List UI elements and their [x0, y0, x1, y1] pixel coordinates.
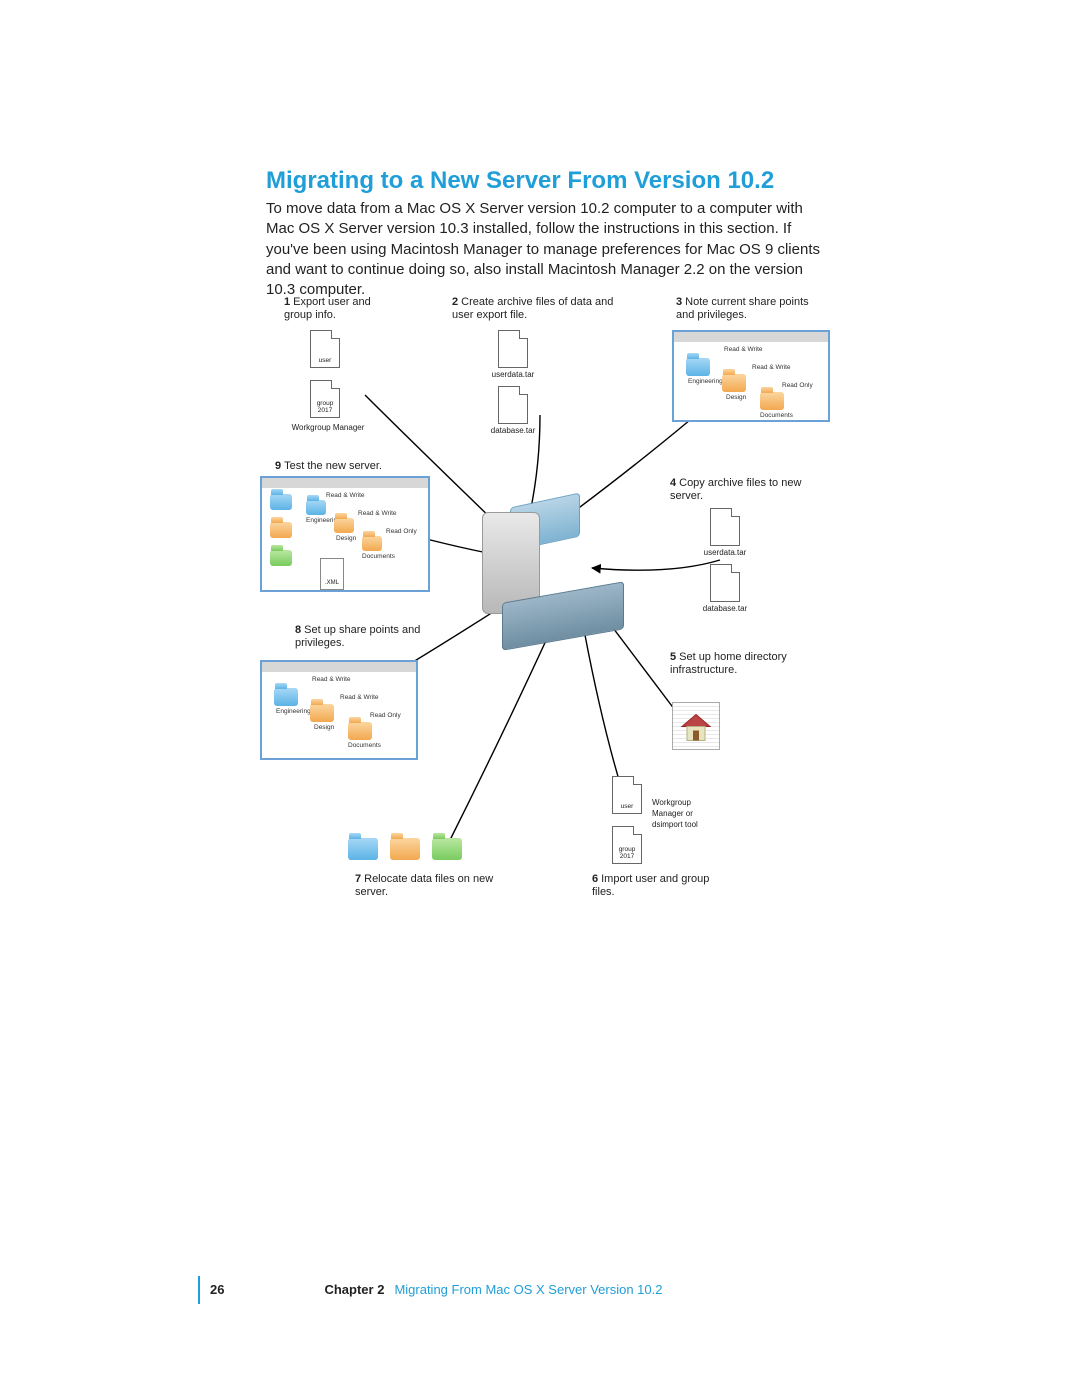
file-database-icon	[710, 564, 740, 602]
page-number: 26	[210, 1281, 224, 1299]
wgm-ds-caption: Workgroup Manager or dsimport tool	[652, 798, 718, 830]
folder-icon	[310, 704, 334, 722]
database-label-2: database.tar	[694, 604, 756, 615]
folder-icon	[334, 518, 354, 533]
xml-file-icon: .XML	[320, 558, 344, 590]
sharepoints-window-3: Read & Write Engineering Read & Write De…	[672, 330, 830, 422]
step6-label: 6Import user and group files.	[592, 873, 722, 899]
folder-icon	[686, 358, 710, 376]
step1-label: 1Export user and group info.	[284, 296, 394, 322]
folder-icon	[306, 500, 326, 515]
wgm-caption: Workgroup Manager	[288, 423, 368, 434]
file-user-icon: user	[612, 776, 642, 814]
folder-icon	[270, 550, 292, 566]
file-userdata-icon	[710, 508, 740, 546]
folder-icon	[348, 838, 378, 860]
folder-icon	[390, 838, 420, 860]
step5-label: 5Set up home directory infrastructure.	[670, 651, 820, 677]
folder-icon	[270, 522, 292, 538]
document-page: Migrating to a New Server From Version 1…	[0, 0, 1080, 1397]
folder-icon	[362, 536, 382, 551]
database-label-1: database.tar	[482, 426, 544, 437]
folder-icon	[760, 392, 784, 410]
migration-diagram: 1Export user and group info. 2Create arc…	[260, 290, 846, 930]
file-userdata-icon	[498, 330, 528, 368]
heading: Migrating to a New Server From Version 1…	[266, 165, 774, 197]
step9-label: 9Test the new server.	[275, 460, 405, 473]
chapter-title: Migrating From Mac OS X Server Version 1…	[394, 1281, 662, 1299]
step3-label: 3Note current share points and privilege…	[676, 296, 826, 322]
file-database-icon	[498, 386, 528, 424]
folder-icon	[270, 494, 292, 510]
sharepoints-window-9: Read & Write Engineering Read & Write De…	[260, 476, 430, 592]
folder-icon	[348, 722, 372, 740]
folder-icon	[274, 688, 298, 706]
intro-paragraph: To move data from a Mac OS X Server vers…	[266, 199, 830, 300]
userdata-label-2: userdata.tar	[694, 548, 756, 559]
chapter-label: Chapter 2	[324, 1281, 384, 1299]
server-icon	[482, 500, 572, 620]
file-user-icon: user	[310, 330, 340, 368]
step7-label: 7Relocate data files on new server.	[355, 873, 495, 899]
page-footer: 26 Chapter 2 Migrating From Mac OS X Ser…	[198, 1276, 662, 1304]
house-icon	[680, 713, 712, 743]
house-box	[672, 702, 720, 750]
file-group-icon: group 2017	[310, 380, 340, 418]
folder-icon	[722, 374, 746, 392]
step2-label: 2Create archive files of data and user e…	[452, 296, 617, 322]
step8-label: 8Set up share points and privileges.	[295, 624, 435, 650]
step4-label: 4Copy archive files to new server.	[670, 477, 810, 503]
sharepoints-window-8: Read & Write Engineering Read & Write De…	[260, 660, 418, 760]
file-group-icon: group 2017	[612, 826, 642, 864]
folder-icon	[432, 838, 462, 860]
userdata-label-1: userdata.tar	[482, 370, 544, 381]
